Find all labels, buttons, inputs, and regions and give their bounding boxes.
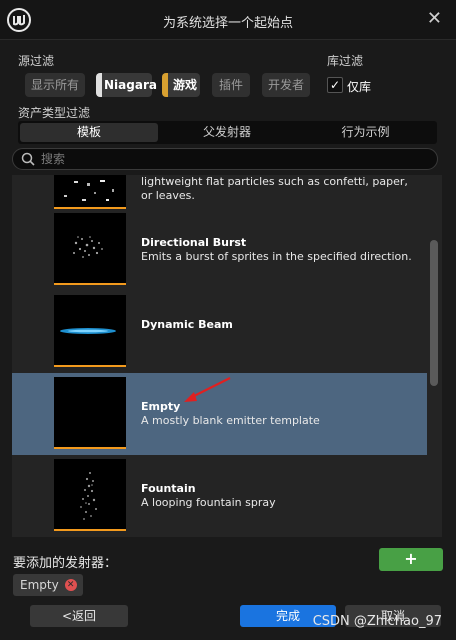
item-description: Emits a burst of sprites in the specifie… (141, 250, 412, 263)
chip-plugins[interactable]: 插件 (212, 73, 250, 97)
item-description: A looping fountain spray (141, 496, 276, 509)
add-emitter-button[interactable]: + (379, 548, 443, 571)
tab-parent-emitters[interactable]: 父发射器 (158, 123, 296, 142)
library-only-label: 仅库 (347, 80, 372, 94)
source-filter-label: 源过滤 (18, 54, 55, 68)
asset-type-filter-label: 资产类型过滤 (18, 106, 91, 120)
emitters-to-add-label: 要添加的发射器： (13, 556, 118, 571)
list-item[interactable]: Directional Burst Emits a burst of sprit… (12, 213, 427, 295)
item-title: Dynamic Beam (141, 318, 233, 331)
close-icon[interactable]: ✕ (427, 9, 442, 29)
confetti-preview-image (64, 180, 114, 201)
thumbnail (54, 295, 126, 367)
list-scrollbar[interactable] (430, 240, 438, 386)
title-bar: 为系统选择一个起始点 ✕ (0, 0, 456, 40)
thumbnail (54, 175, 126, 209)
thumbnail (54, 377, 126, 449)
chip-niagara[interactable]: Niagara (96, 73, 157, 97)
asset-type-tabs: 模板 父发射器 行为示例 (18, 121, 437, 144)
watermark: CSDN @Zhichao_97 (312, 614, 442, 629)
list-item[interactable]: Dynamic Beam (12, 295, 427, 377)
library-filter-label: 库过滤 (327, 54, 364, 68)
list-item[interactable]: Fountain A looping fountain spray (12, 459, 427, 537)
item-description: A mostly blank emitter template (141, 414, 320, 427)
chip-show-all[interactable]: 显示所有 (25, 73, 85, 97)
back-button[interactable]: <返回 (30, 605, 128, 627)
window-title: 为系统选择一个起始点 (162, 16, 293, 31)
chip-developer[interactable]: 开发者 (262, 73, 310, 97)
library-only-checkbox[interactable]: ✓ (327, 77, 343, 93)
item-title: Directional Burst (141, 236, 247, 249)
tab-behavior-examples[interactable]: 行为示例 (296, 123, 435, 142)
beam-preview-image (60, 328, 116, 334)
emitter-tag-label: Empty (20, 578, 59, 592)
template-list: lightweight flat particles such as confe… (12, 175, 442, 537)
chip-color-bar (162, 73, 168, 97)
item-title: Fountain (141, 482, 196, 495)
chip-color-bar (96, 73, 102, 97)
thumbnail (54, 213, 126, 285)
red-arrow-annotation-icon (184, 377, 231, 402)
burst-preview-image (73, 236, 103, 258)
chip-game[interactable]: 游戏 (162, 73, 200, 97)
tab-templates[interactable]: 模板 (20, 123, 158, 142)
search-icon (21, 152, 35, 166)
search-box[interactable] (12, 148, 438, 170)
thumbnail (54, 459, 126, 531)
emitter-tag: Empty ✕ (13, 574, 83, 596)
remove-tag-icon[interactable]: ✕ (64, 579, 77, 591)
item-title: Empty (141, 400, 181, 413)
item-description: lightweight flat particles such as confe… (141, 175, 408, 202)
fountain-preview-image (80, 472, 97, 520)
search-input[interactable] (41, 151, 421, 167)
